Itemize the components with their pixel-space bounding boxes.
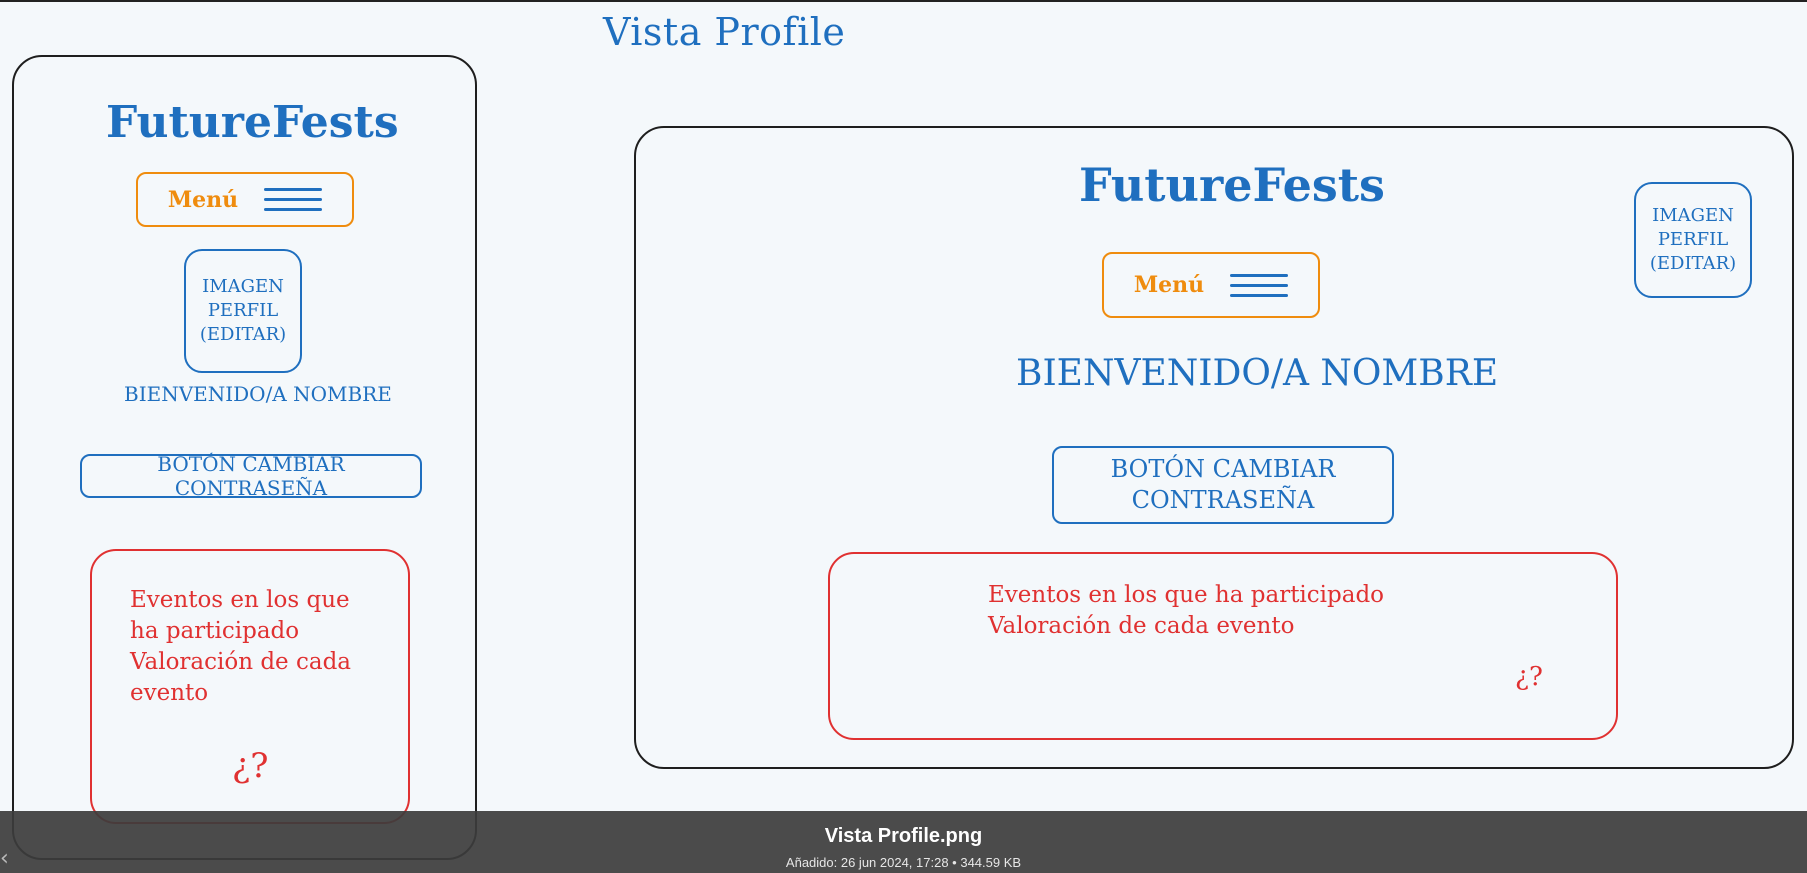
file-metadata: Añadido: 26 jun 2024, 17:28 • 344.59 KB — [785, 855, 1022, 870]
mobile-frame: FutureFests Menú IMAGEN PERFIL (EDITAR) … — [12, 55, 477, 860]
canvas-title: Vista Profile — [603, 10, 846, 54]
welcome-heading: BIENVENIDO/A NOMBRE — [1016, 353, 1499, 394]
menu-button[interactable]: Menú — [1102, 252, 1320, 318]
menu-button[interactable]: Menú — [136, 172, 354, 227]
brand-logo: FutureFests — [1079, 158, 1385, 212]
events-description: Eventos en los que ha participado Valora… — [988, 582, 1385, 639]
file-name: Vista Profile.png — [824, 825, 983, 847]
hamburger-icon — [264, 188, 323, 211]
events-panel: Eventos en los que ha participado Valora… — [90, 549, 410, 824]
brand-logo: FutureFests — [106, 97, 399, 148]
profile-image-edit[interactable]: IMAGEN PERFIL (EDITAR) — [1634, 182, 1752, 298]
change-password-button[interactable]: BOTÓN CAMBIAR CONTRASEÑA — [80, 452, 422, 500]
menu-label: Menú — [167, 186, 239, 213]
image-info-bar: Vista Profile.png Añadido: 26 jun 2024, … — [0, 811, 1807, 873]
events-question: ¿? — [1515, 662, 1543, 692]
chevron-left-icon[interactable]: ‹ — [0, 846, 9, 871]
welcome-heading: BIENVENIDO/A NOMBRE — [124, 382, 392, 406]
top-border — [0, 0, 1807, 2]
hamburger-icon — [1230, 273, 1289, 297]
menu-label: Menú — [1133, 272, 1205, 298]
events-description: Eventos en los que ha participado Valora… — [130, 587, 352, 706]
change-password-button[interactable]: BOTÓN CAMBIAR CONTRASEÑA — [1052, 446, 1394, 524]
events-question: ¿? — [232, 746, 269, 786]
profile-image-edit[interactable]: IMAGEN PERFIL (EDITAR) — [184, 249, 302, 373]
desktop-frame: FutureFests IMAGEN PERFIL (EDITAR) Menú … — [634, 126, 1794, 769]
events-panel: Eventos en los que ha participado Valora… — [828, 552, 1618, 740]
